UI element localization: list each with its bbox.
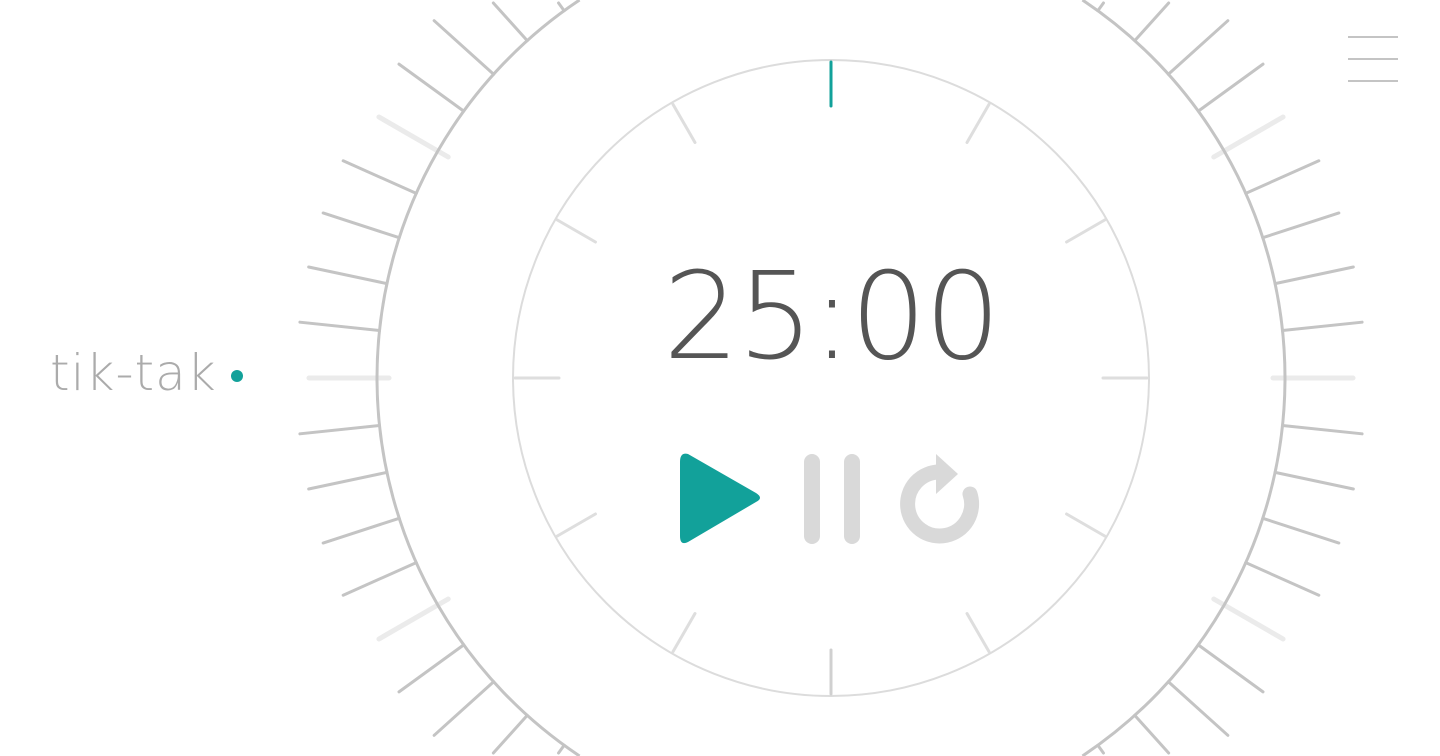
- outer-tick: [1133, 713, 1171, 755]
- outer-tick: [397, 643, 466, 694]
- outer-tick: [321, 211, 401, 240]
- reset-icon: [900, 454, 980, 544]
- outer-tick: [491, 713, 529, 755]
- outer-tick: [1273, 470, 1355, 491]
- outer-tick: [1281, 423, 1364, 436]
- outer-tick: [1244, 561, 1321, 597]
- inner-tick: [555, 512, 597, 538]
- timer-display: 25:00: [663, 248, 1001, 387]
- outer-tick: [341, 561, 418, 597]
- outer-tick: [432, 19, 496, 76]
- outer-tick: [307, 265, 389, 286]
- inner-tick: [965, 102, 991, 144]
- inner-tick: [671, 612, 697, 654]
- inner-tick: [965, 612, 991, 654]
- outer-tick: [298, 423, 381, 436]
- reset-button[interactable]: [896, 450, 988, 548]
- play-icon: [680, 453, 760, 544]
- brand-name: tik-tak: [50, 344, 217, 402]
- outer-tick: [1166, 680, 1230, 737]
- outer-tick: [1133, 1, 1171, 43]
- menu-button[interactable]: [1344, 30, 1402, 88]
- outer-tick: [1261, 516, 1341, 545]
- inner-tick: [555, 218, 597, 244]
- brand-logo: tik-tak: [50, 344, 243, 402]
- outer-tick: [298, 320, 381, 333]
- inner-tick: [1065, 512, 1107, 538]
- pause-icon: [804, 454, 860, 544]
- outer-tick: [321, 516, 401, 545]
- inner-tick: [671, 102, 697, 144]
- play-button[interactable]: [676, 450, 766, 548]
- outer-tick: [1196, 62, 1265, 113]
- inner-tick: [1065, 218, 1107, 244]
- brand-dot: [230, 370, 243, 382]
- outer-tick: [341, 159, 418, 195]
- outer-tick: [307, 470, 389, 491]
- pause-button[interactable]: [800, 452, 864, 546]
- outer-tick: [1273, 265, 1355, 286]
- outer-tick: [1281, 320, 1364, 333]
- outer-tick: [432, 680, 496, 737]
- outer-tick: [397, 62, 466, 113]
- outer-tick: [1196, 643, 1265, 694]
- outer-tick: [491, 1, 529, 43]
- outer-tick: [1166, 19, 1230, 76]
- outer-tick: [1244, 159, 1321, 195]
- outer-tick: [1261, 211, 1341, 240]
